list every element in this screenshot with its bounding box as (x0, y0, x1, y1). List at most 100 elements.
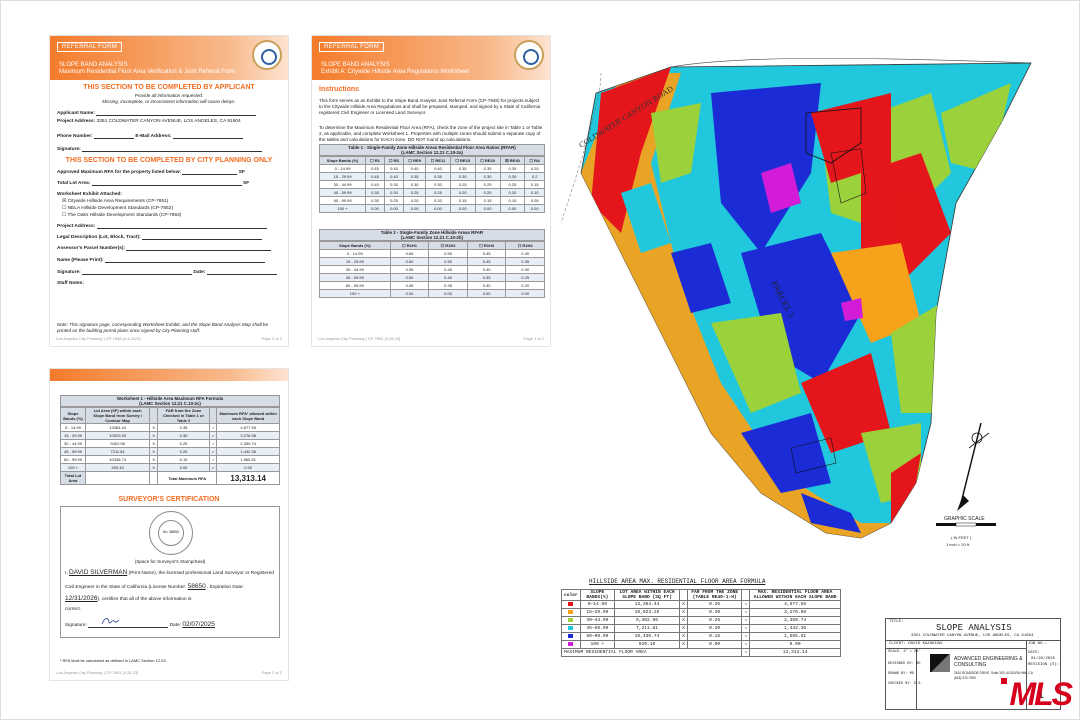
worksheet-cell: 10436.74 (84, 455, 151, 464)
color-swatch-icon (568, 609, 574, 614)
rfar-table2-cell: 0.40 (428, 273, 468, 282)
formula-row: 30—44.99 9,402.96 X 0.25 = 2,350.74 (561, 616, 841, 625)
worksheet-table: Worksheet 1 - Hillside Area Maximum RFA … (60, 395, 280, 485)
rfar-table2-cell: 0.55 (428, 249, 468, 258)
worksheet-cell: 100 + (60, 463, 86, 472)
worksheet-cell: 1,565.51 (216, 455, 280, 464)
formula-eq: = (741, 600, 751, 609)
worksheet-cell: X (149, 455, 158, 464)
rfar-table1-cell: 0.40 (425, 164, 451, 173)
rfar-table2-cell: 0.30 (505, 265, 545, 274)
rfar-table1-cell: 0.05 (524, 196, 545, 205)
worksheet-cell: = (208, 463, 218, 472)
north-arrow-icon (957, 422, 990, 511)
referral-form-label: REFERRAL FORM (319, 42, 385, 52)
formula-row: 0—14.99 13,364.44 X 0.35 = 4,677.55 (561, 600, 841, 609)
license-line: Civil Engineer in the State of Californi… (65, 583, 244, 590)
rfa-footnote: ¹ RFA shall be calculated as defined in … (60, 658, 167, 663)
formula-band: 60—99.99 (579, 632, 615, 641)
formula-eq: = (741, 624, 751, 633)
rfar-table1-cell: 45 - 59.99 (318, 188, 367, 197)
rfar-table1-cell: 0.15 (524, 180, 545, 189)
job-no-field: JOB NO.: (1028, 642, 1048, 646)
rfar-table1-cell: 0.25 (499, 180, 526, 189)
city-seal-icon (514, 40, 544, 70)
rfar-table2-cell: 0.55 (389, 265, 430, 274)
rfar-table2-row: 0 - 14.99 0.65 0.55 0.45 0.40 (319, 249, 545, 258)
rfar-table2-cell: 0.40 (505, 249, 545, 258)
slope-band-map: COLDWATER CANYON ROAD PARCEL 1 GRAPHIC S… (561, 53, 1080, 586)
worksheet-cell: = (208, 439, 218, 448)
rfar-table2-cell: 0.45 (428, 265, 468, 274)
city-seal-icon (252, 40, 282, 70)
hillside-formula: HILLSIDE AREA MAX. RESIDENTIAL FLOOR ARE… (560, 578, 841, 657)
revision-field: REVISION (S): (1028, 663, 1060, 667)
company-phone: (818) 222-7960 (954, 676, 976, 680)
drawn-by-field: DRAWN BY: MD (888, 672, 914, 676)
instructions-paragraph-2: To determine the Maximum Residential Flo… (319, 125, 543, 142)
signature-note: Note: This signature page, corresponding… (57, 322, 269, 333)
graphic-scale-ratio: 1 inch = 20 ft. (946, 542, 970, 547)
rfar-table2-header: ☐ R1H3 (466, 241, 507, 250)
company-logo-icon (930, 654, 950, 672)
rfar-table2-cell: 0.00 (466, 289, 507, 298)
rfar-table2-header: ☐ R1H4 (505, 241, 545, 250)
rfar-table1-cell: 0.25 (425, 188, 451, 197)
worksheet-row: 60 - 99.99 10436.74 X 0.15 = 1,565.51 (60, 455, 280, 464)
formula-header: MAX. RESIDENTIAL FLOOR AREA ALLOWED WITH… (749, 589, 841, 601)
worksheet-cell: 9402.96 (84, 439, 151, 448)
slope-color-swatch (561, 600, 581, 609)
worksheet-cell: = (208, 447, 218, 456)
checkbox-nela[interactable]: ☐ NELA Hillside Development Standards (C… (62, 206, 173, 211)
checkbox-citywide[interactable]: ☒ Citywide Hillside Area Requirements (C… (62, 199, 168, 204)
rfar-table1-row: 60 - 99.99 0.30 0.25 0.20 0.20 0.15 0.15 0.15 0.… (318, 196, 545, 205)
checkbox-oaks[interactable]: ☐ The Oaks Hillside Development Standard… (62, 213, 181, 218)
formula-max: 1,442.36 (749, 624, 841, 633)
worksheet-row: 45 - 59.99 7211.81 X 0.20 = 1,442.36 (60, 447, 280, 456)
formula-area: 7,211.81 (613, 624, 681, 633)
referral-form-exhibit-a: REFERRAL FORM SLOPE BAND ANALYSIS Exhibit… (311, 35, 551, 347)
hillside-formula-title: HILLSIDE AREA MAX. RESIDENTIAL FLOOR ARE… (589, 578, 766, 585)
max-rfa-label: MAXIMUM RESIDENTIAL FLOOR AREA (560, 648, 743, 657)
worksheet-cell: 10923.25 (84, 431, 151, 440)
rfar-table1-cell: 0.20 (499, 188, 526, 197)
page-footer: Los Angeles City Planning | CP-7848 [4.4… (56, 336, 282, 341)
rfar-table1-cell: 0.40 (365, 180, 385, 189)
correct-line: correct. (65, 607, 81, 612)
rfar-table1-cell: 0.20 (403, 196, 427, 205)
worksheet-cell: 1,442.36 (216, 447, 280, 456)
rfar-table1-cell: 0.45 (365, 164, 385, 173)
graphic-scale-title: GRAPHIC SCALE (944, 516, 985, 522)
rfar-table1-header: ☐ RE9 (403, 156, 427, 165)
rfar-table1-header: ☐ RA (524, 156, 545, 165)
client-field: CLIENT: DAVID KAZAKIAN (889, 642, 942, 646)
rfar-table2-cell: 0.45 (389, 281, 430, 290)
rfar-table2-cell: 0.50 (428, 257, 468, 266)
surveyor-certification-heading: SURVEYOR'S CERTIFICATION (118, 496, 220, 503)
rfar-table1-cell: 60 - 99.99 (318, 196, 367, 205)
formula-x: X (679, 640, 688, 649)
total-lot-area-label: Total Lot Area (60, 471, 86, 485)
form-title: SLOPE BAND ANALYSIS Exhibit A: Citywide H… (321, 62, 469, 75)
referral-form-page-3: REFERRAL FORM SLOPE BAND ANALYSIS Maximum… (49, 35, 289, 347)
rfar-table1-cell: 0.15 (474, 196, 501, 205)
worksheet-cell: 920.10 (84, 463, 151, 472)
surveyor-name-line: I, DAVID SILVERMAN (Print Name), the lic… (65, 569, 274, 576)
formula-band: 45—59.99 (579, 624, 615, 633)
worksheet-cell: 3,276.98 (216, 431, 280, 440)
formula-header: LOT AREA WITHIN EACH SLOPE BAND (SQ FT) (613, 589, 681, 601)
formula-header (741, 589, 751, 601)
rfar-table2-cell: 60 - 99.99 (319, 281, 391, 290)
formula-row: 100 +920.10 X 0.00 = 0.00 (561, 640, 841, 649)
rfar-table1-cell: 0.45 (383, 164, 405, 173)
formula-area: 9,402.96 (613, 616, 681, 625)
worksheet-header: FAR from the Zone Checked in Table 1 or … (156, 407, 211, 424)
max-rfa-eq: = (741, 648, 751, 657)
worksheet-cell: 0.00 (156, 463, 211, 472)
rfar-table1-cell: 0.00 (524, 204, 545, 213)
referral-form-header: REFERRAL FORM SLOPE BAND ANALYSIS Exhibit… (312, 36, 550, 80)
formula-far: 0.20 (686, 624, 743, 633)
rfar-table1-cell: 0.35 (383, 180, 405, 189)
rfar-table2-header: ☐ R1H2 (428, 241, 468, 250)
worksheet-cell: X (149, 447, 158, 456)
